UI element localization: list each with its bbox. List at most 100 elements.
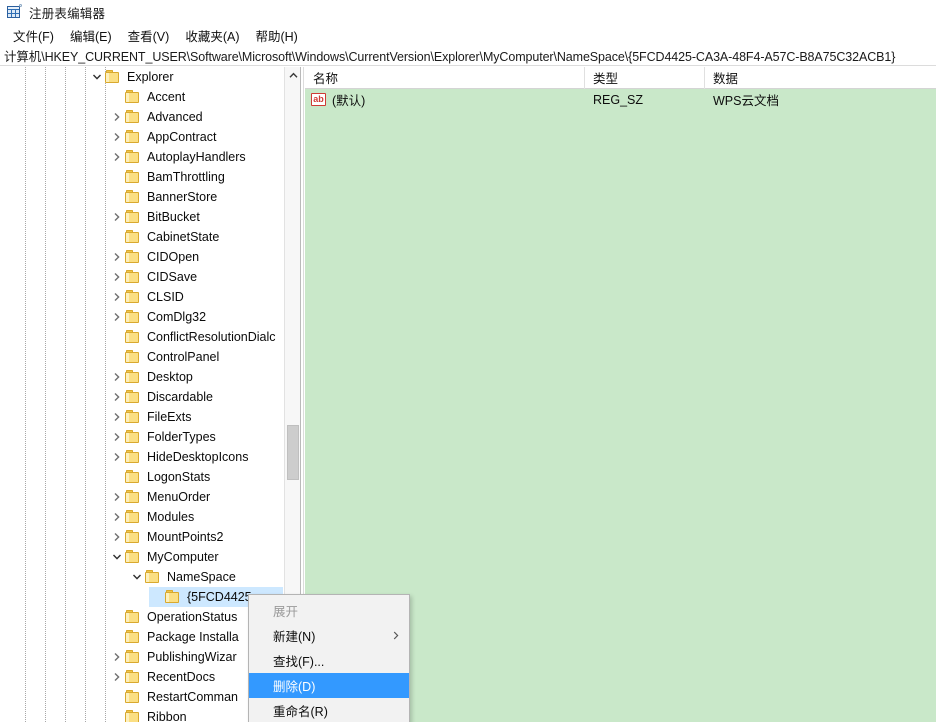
column-type[interactable]: 类型 (585, 67, 705, 89)
scroll-up-button[interactable] (285, 67, 300, 84)
tree-item-mountpoints2[interactable]: MountPoints2 (0, 527, 283, 547)
tree-item-controlpanel[interactable]: ControlPanel (0, 347, 283, 367)
tree-item-label: PublishingWizar (147, 650, 237, 664)
value-row[interactable]: ab (默认) REG_SZ WPS云文档 (305, 89, 936, 110)
tree-item-5fcd4425[interactable]: {5FCD4425 (0, 587, 283, 607)
tree-item-foldertypes[interactable]: FolderTypes (0, 427, 283, 447)
context-menu-rename[interactable]: 重命名(R) (249, 698, 409, 722)
tree-item-autoplayhandlers[interactable]: AutoplayHandlers (0, 147, 283, 167)
tree-item-namespace[interactable]: NameSpace (0, 567, 283, 587)
tree-item-modules[interactable]: Modules (0, 507, 283, 527)
chevron-down-icon[interactable] (109, 547, 125, 567)
tree-item-label: MyComputer (147, 550, 219, 564)
column-name[interactable]: 名称 (305, 67, 585, 89)
tree-item-hidedesktopicons[interactable]: HideDesktopIcons (0, 447, 283, 467)
tree-item-mycomputer[interactable]: MyComputer (0, 547, 283, 567)
context-menu-new[interactable]: 新建(N) (249, 623, 409, 648)
chevron-right-icon[interactable] (109, 147, 125, 167)
column-data[interactable]: 数据 (705, 67, 936, 89)
context-menu-item-label: 新建(N) (273, 630, 316, 644)
tree-scrollbar-thumb[interactable] (287, 425, 299, 480)
tree-item-discardable[interactable]: Discardable (0, 387, 283, 407)
chevron-right-icon[interactable] (109, 127, 125, 147)
tree-item-bitbucket[interactable]: BitBucket (0, 207, 283, 227)
tree-item-logonstats[interactable]: LogonStats (0, 467, 283, 487)
chevron-right-icon[interactable] (109, 427, 125, 447)
chevron-right-icon[interactable] (109, 487, 125, 507)
chevron-right-icon[interactable] (109, 307, 125, 327)
chevron-right-icon[interactable] (109, 667, 125, 687)
menu-view[interactable]: 查看(V) (120, 24, 178, 47)
menu-favorites[interactable]: 收藏夹(A) (177, 24, 247, 47)
tree-indent-spacer (0, 167, 109, 187)
folder-icon (125, 490, 141, 504)
tree-item-explorer[interactable]: Explorer (0, 67, 283, 87)
tree-item-ribbon[interactable]: Ribbon (0, 707, 283, 722)
folder-icon (125, 250, 141, 264)
value-data: WPS云文档 (713, 94, 779, 108)
chevron-right-icon[interactable] (109, 367, 125, 387)
tree-item-cidopen[interactable]: CIDOpen (0, 247, 283, 267)
tree-item-recentdocs[interactable]: RecentDocs (0, 667, 283, 687)
address-bar[interactable]: 计算机\HKEY_CURRENT_USER\Software\Microsoft… (0, 46, 936, 66)
value-type: REG_SZ (593, 92, 644, 107)
chevron-right-icon[interactable] (109, 247, 125, 267)
folder-icon (125, 310, 141, 324)
tree-item-packageinstalla[interactable]: Package Installa (0, 627, 283, 647)
chevron-right-icon[interactable] (109, 507, 125, 527)
chevron-right-icon[interactable] (109, 407, 125, 427)
folder-icon (125, 90, 141, 104)
chevron-right-icon[interactable] (109, 387, 125, 407)
chevron-right-icon (393, 623, 399, 648)
folder-icon (125, 670, 141, 684)
menu-help[interactable]: 帮助(H) (247, 24, 305, 47)
tree-item-cabinetstate[interactable]: CabinetState (0, 227, 283, 247)
tree-item-restartcomman[interactable]: RestartComman (0, 687, 283, 707)
tree-item-clsid[interactable]: CLSID (0, 287, 283, 307)
chevron-right-icon[interactable] (109, 267, 125, 287)
tree-item-appcontract[interactable]: AppContract (0, 127, 283, 147)
menu-file[interactable]: 文件(F) (5, 24, 62, 47)
tree-item-menuorder[interactable]: MenuOrder (0, 487, 283, 507)
folder-icon (125, 210, 141, 224)
menu-bar: 文件(F) 编辑(E) 查看(V) 收藏夹(A) 帮助(H) (0, 24, 936, 46)
tree-indent-spacer (0, 567, 129, 587)
chevron-right-icon[interactable] (109, 447, 125, 467)
context-menu-item-label: 删除(D) (273, 680, 316, 694)
context-menu[interactable]: 展开新建(N) 查找(F)... 删除(D) 重命名(R) (248, 594, 410, 722)
tree-item-label: Advanced (147, 110, 203, 124)
tree-node-connector (109, 187, 125, 207)
chevron-down-icon[interactable] (129, 567, 145, 587)
tree-node-connector (109, 627, 125, 647)
context-menu-expand: 展开 (249, 598, 409, 623)
registry-values-list[interactable]: ab (默认) REG_SZ WPS云文档 (305, 89, 936, 110)
tree-item-operationstatus[interactable]: OperationStatus (0, 607, 283, 627)
folder-icon (125, 610, 141, 624)
chevron-right-icon[interactable] (109, 647, 125, 667)
tree-item-bannerstore[interactable]: BannerStore (0, 187, 283, 207)
context-menu-delete[interactable]: 删除(D) (249, 673, 409, 698)
tree-item-accent[interactable]: Accent (0, 87, 283, 107)
tree-indent-spacer (0, 487, 109, 507)
tree-indent-spacer (0, 707, 109, 722)
tree-item-desktop[interactable]: Desktop (0, 367, 283, 387)
tree-item-publishingwizar[interactable]: PublishingWizar (0, 647, 283, 667)
registry-tree[interactable]: Explorer Accent Advanced AppContract Autopla… (0, 67, 283, 722)
tree-item-fileexts[interactable]: FileExts (0, 407, 283, 427)
chevron-right-icon[interactable] (109, 207, 125, 227)
chevron-right-icon[interactable] (109, 287, 125, 307)
chevron-right-icon[interactable] (109, 107, 125, 127)
tree-item-conflictresolutiondialc[interactable]: ConflictResolutionDialc (0, 327, 283, 347)
tree-item-label: RecentDocs (147, 670, 216, 684)
tree-item-label: Accent (147, 90, 186, 104)
tree-item-advanced[interactable]: Advanced (0, 107, 283, 127)
context-menu-find[interactable]: 查找(F)... (249, 648, 409, 673)
tree-node-connector (109, 707, 125, 722)
tree-item-comdlg32[interactable]: ComDlg32 (0, 307, 283, 327)
tree-item-bamthrottling[interactable]: BamThrottling (0, 167, 283, 187)
chevron-right-icon[interactable] (109, 527, 125, 547)
menu-edit[interactable]: 编辑(E) (62, 24, 120, 47)
registry-editor-window: 注册表编辑器 文件(F) 编辑(E) 查看(V) 收藏夹(A) 帮助(H) 计算机\HK… (0, 0, 936, 722)
chevron-down-icon[interactable] (89, 67, 105, 87)
tree-item-cidsave[interactable]: CIDSave (0, 267, 283, 287)
